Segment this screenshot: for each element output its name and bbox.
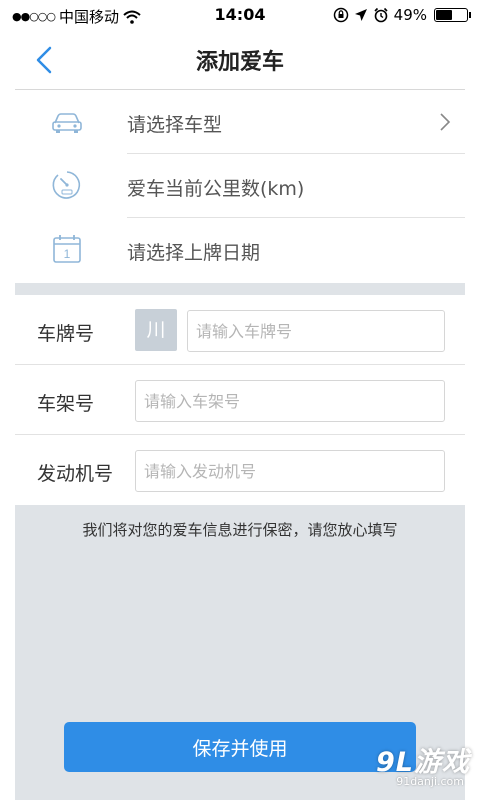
alarm-icon	[374, 7, 388, 23]
plate-number-row: 车牌号 川	[15, 295, 465, 365]
calendar-icon: 1	[53, 235, 81, 263]
car-icon	[52, 113, 82, 133]
select-car-model-label: 请选择车型	[127, 114, 223, 136]
mileage-label: 爱车当前公里数(km)	[127, 178, 305, 200]
registration-date-label: 请选择上牌日期	[127, 242, 261, 264]
plate-number-input[interactable]	[187, 310, 445, 352]
province-selector[interactable]: 川	[135, 309, 177, 351]
page-title: 添加爱车	[195, 50, 284, 75]
mileage-row[interactable]: 爱车当前公里数(km)	[15, 154, 465, 218]
frame-number-input[interactable]	[135, 380, 445, 422]
engine-number-label: 发动机号	[37, 463, 114, 485]
odometer-icon	[52, 171, 81, 199]
privacy-note: 我们将对您的爱车信息进行保密，请您放心填写	[82, 521, 398, 539]
engine-number-input[interactable]	[135, 450, 445, 492]
calendar-day-number: 1	[64, 247, 71, 261]
rotation-lock-icon	[333, 7, 348, 23]
select-car-model-row[interactable]: 请选择车型	[15, 90, 465, 154]
engine-number-row: 发动机号	[15, 435, 465, 505]
nav-bar: 添加爱车	[0, 30, 480, 90]
frame-number-label: 车架号	[37, 393, 95, 415]
battery-percent: 49%	[393, 6, 427, 24]
car-info-list: 请选择车型 爱车当前公里数(km) 1 请选择上牌日期	[15, 90, 465, 282]
battery-icon	[434, 8, 471, 22]
plate-number-label: 车牌号	[37, 323, 95, 345]
car-detail-form: 车牌号 川 车架号 发动机号	[15, 295, 465, 505]
registration-date-row[interactable]: 1 请选择上牌日期	[15, 218, 465, 282]
watermark-logo-text: 9L游戏	[376, 747, 470, 778]
site-watermark: 9L游戏 91danji.com	[350, 740, 470, 792]
watermark-url: 91danji.com	[396, 775, 464, 788]
location-arrow-icon	[354, 9, 367, 21]
status-bar: ●●○○○ 中国移动 14:04 49%	[0, 0, 480, 30]
status-right: 49%	[333, 6, 471, 24]
section-separator	[15, 283, 465, 295]
battery-level-fill	[436, 10, 452, 20]
frame-number-row: 车架号	[15, 365, 465, 435]
chevron-right-icon	[440, 113, 451, 131]
